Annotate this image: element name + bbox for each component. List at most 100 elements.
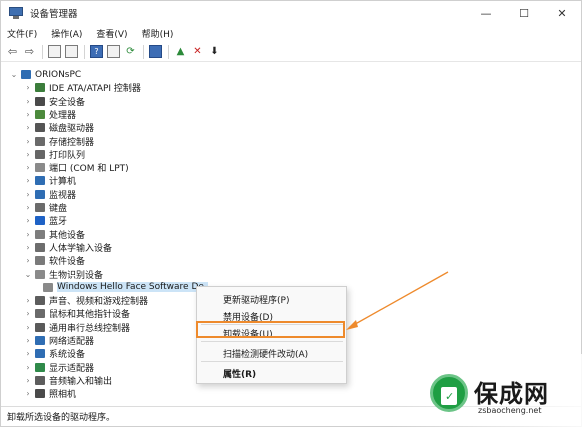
chevron-right-icon[interactable]: › — [23, 97, 33, 106]
toolbar: ⇦ ⇨ ? ⟳ ▲ ✕ ⬇ — [1, 42, 581, 62]
tree-root[interactable]: ⌄ ORIONsPC — [9, 68, 82, 81]
tree-item-label: 软件设备 — [49, 257, 86, 268]
network-icon — [35, 336, 45, 345]
tree-category[interactable]: › 监视器 — [23, 188, 76, 201]
tree-category[interactable]: › 网络适配器 — [23, 334, 94, 347]
chevron-right-icon[interactable]: › — [23, 163, 33, 172]
tree-item-label: 磁盘驱动器 — [49, 124, 95, 135]
minimize-button[interactable]: — — [467, 1, 505, 25]
tree-category[interactable]: › 人体学输入设备 — [23, 241, 112, 254]
tree-item-label: 生物识别设备 — [49, 270, 104, 281]
chevron-right-icon[interactable]: › — [23, 296, 33, 305]
view-icon[interactable] — [65, 45, 78, 58]
camera-icon — [35, 389, 45, 399]
menu-view[interactable]: 查看(V) — [96, 27, 127, 40]
scan-hardware-item[interactable]: 扫描检测硬件改动(A) — [223, 347, 308, 360]
tree-category[interactable]: › 音频输入和输出 — [23, 374, 112, 387]
chevron-right-icon[interactable]: › — [23, 230, 33, 239]
chevron-right-icon[interactable]: › — [23, 137, 33, 146]
menu-bar: 文件(F) 操作(A) 查看(V) 帮助(H) — [1, 25, 581, 42]
chevron-right-icon[interactable]: › — [23, 123, 33, 132]
chevron-right-icon[interactable]: › — [23, 349, 33, 358]
chevron-right-icon[interactable]: › — [23, 150, 33, 159]
tree-category[interactable]: › 安全设备 — [23, 95, 85, 108]
view2-icon[interactable] — [107, 45, 120, 58]
tree-item-label: 显示适配器 — [49, 363, 95, 374]
tree-category[interactable]: › 声音、视频和游戏控制器 — [23, 294, 148, 307]
forward-icon[interactable]: ⇨ — [23, 45, 36, 58]
chevron-right-icon[interactable]: › — [23, 243, 33, 252]
tree-category[interactable]: › 蓝牙 — [23, 214, 67, 227]
watermark-logo: ✓ — [430, 374, 468, 412]
tree-category[interactable]: › 存储控制器 — [23, 135, 94, 148]
menu-file[interactable]: 文件(F) — [7, 27, 37, 40]
watermark-domain: zsbaocheng.net — [478, 406, 542, 415]
monitor-icon — [35, 189, 45, 199]
tree-category[interactable]: › 系统设备 — [23, 347, 85, 360]
chevron-right-icon[interactable]: › — [23, 203, 33, 212]
menu-action[interactable]: 操作(A) — [51, 27, 82, 40]
download-icon[interactable]: ⬇ — [208, 45, 221, 58]
help-icon[interactable]: ? — [90, 45, 103, 58]
chevron-down-icon[interactable]: ⌄ — [23, 270, 33, 279]
tree-device-item[interactable]: Windows Hello Face Software De — [41, 281, 208, 294]
chevron-right-icon[interactable]: › — [23, 110, 33, 119]
chevron-right-icon[interactable]: › — [23, 83, 33, 92]
watermark: ✓ 保成网 zsbaocheng.net — [390, 354, 582, 427]
tree-item-label: 声音、视频和游戏控制器 — [49, 297, 149, 308]
properties-icon[interactable] — [48, 45, 61, 58]
tree-category[interactable]: ⌄ 生物识别设备 — [23, 268, 103, 281]
monitor-icon[interactable] — [149, 45, 162, 58]
chevron-right-icon[interactable]: › — [23, 389, 33, 398]
tree-item-label: 音频输入和输出 — [49, 376, 113, 387]
close-button[interactable]: ✕ — [543, 1, 581, 25]
tree-category[interactable]: › 鼠标和其他指针设备 — [23, 307, 130, 320]
chevron-down-icon[interactable]: ⌄ — [9, 70, 19, 79]
port-icon — [35, 163, 45, 173]
uninstall-icon[interactable]: ✕ — [191, 45, 204, 58]
update-driver-item[interactable]: 更新驱动程序(P) — [223, 293, 289, 306]
system-icon — [35, 349, 45, 359]
biometric-icon — [35, 269, 45, 279]
tree-category[interactable]: › IDE ATA/ATAPI 控制器 — [23, 81, 141, 94]
tree-category[interactable]: › 软件设备 — [23, 254, 85, 267]
highlight-box — [196, 321, 345, 338]
tree-item-label: Windows Hello Face Software De — [57, 282, 208, 293]
window-title: 设备管理器 — [30, 9, 78, 20]
hid-icon — [35, 242, 45, 252]
chevron-right-icon[interactable]: › — [23, 256, 33, 265]
scan-icon[interactable]: ⟳ — [124, 45, 137, 58]
tree-category[interactable]: › 磁盘驱动器 — [23, 121, 94, 134]
tree-item-label: 处理器 — [49, 110, 77, 121]
tree-category[interactable]: › 打印队列 — [23, 148, 85, 161]
chevron-right-icon[interactable]: › — [23, 336, 33, 345]
chevron-right-icon[interactable]: › — [23, 176, 33, 185]
chevron-right-icon[interactable]: › — [23, 323, 33, 332]
tree-category[interactable]: › 其他设备 — [23, 228, 85, 241]
back-icon[interactable]: ⇦ — [6, 45, 19, 58]
tree-category[interactable]: › 处理器 — [23, 108, 76, 121]
chevron-right-icon[interactable]: › — [23, 309, 33, 318]
tree-root-label: ORIONsPC — [35, 69, 82, 80]
watermark-brand: 保成网 — [474, 380, 549, 408]
tree-category[interactable]: › 通用串行总线控制器 — [23, 321, 130, 334]
properties-item[interactable]: 属性(R) — [223, 367, 256, 380]
tree-category[interactable]: › 计算机 — [23, 174, 76, 187]
maximize-button[interactable]: ☐ — [505, 1, 543, 25]
tree-category[interactable]: › 显示适配器 — [23, 361, 94, 374]
enable-driver-icon[interactable]: ▲ — [174, 45, 187, 58]
chevron-right-icon[interactable]: › — [23, 363, 33, 372]
printer-icon — [35, 149, 45, 159]
tree-item-label: 网络适配器 — [49, 337, 95, 347]
chevron-right-icon[interactable]: › — [23, 376, 33, 385]
storage-icon — [35, 136, 45, 146]
tree-category[interactable]: › 键盘 — [23, 201, 67, 214]
device-manager-icon — [9, 7, 23, 19]
chevron-right-icon[interactable]: › — [23, 216, 33, 225]
tree-category[interactable]: › 照相机 — [23, 387, 76, 400]
chevron-right-icon[interactable]: › — [23, 190, 33, 199]
tree-item-label: 端口 (COM 和 LPT) — [49, 164, 129, 175]
menu-help[interactable]: 帮助(H) — [142, 27, 174, 40]
tree-item-label: 其他设备 — [49, 230, 86, 241]
tree-category[interactable]: › 端口 (COM 和 LPT) — [23, 161, 129, 174]
